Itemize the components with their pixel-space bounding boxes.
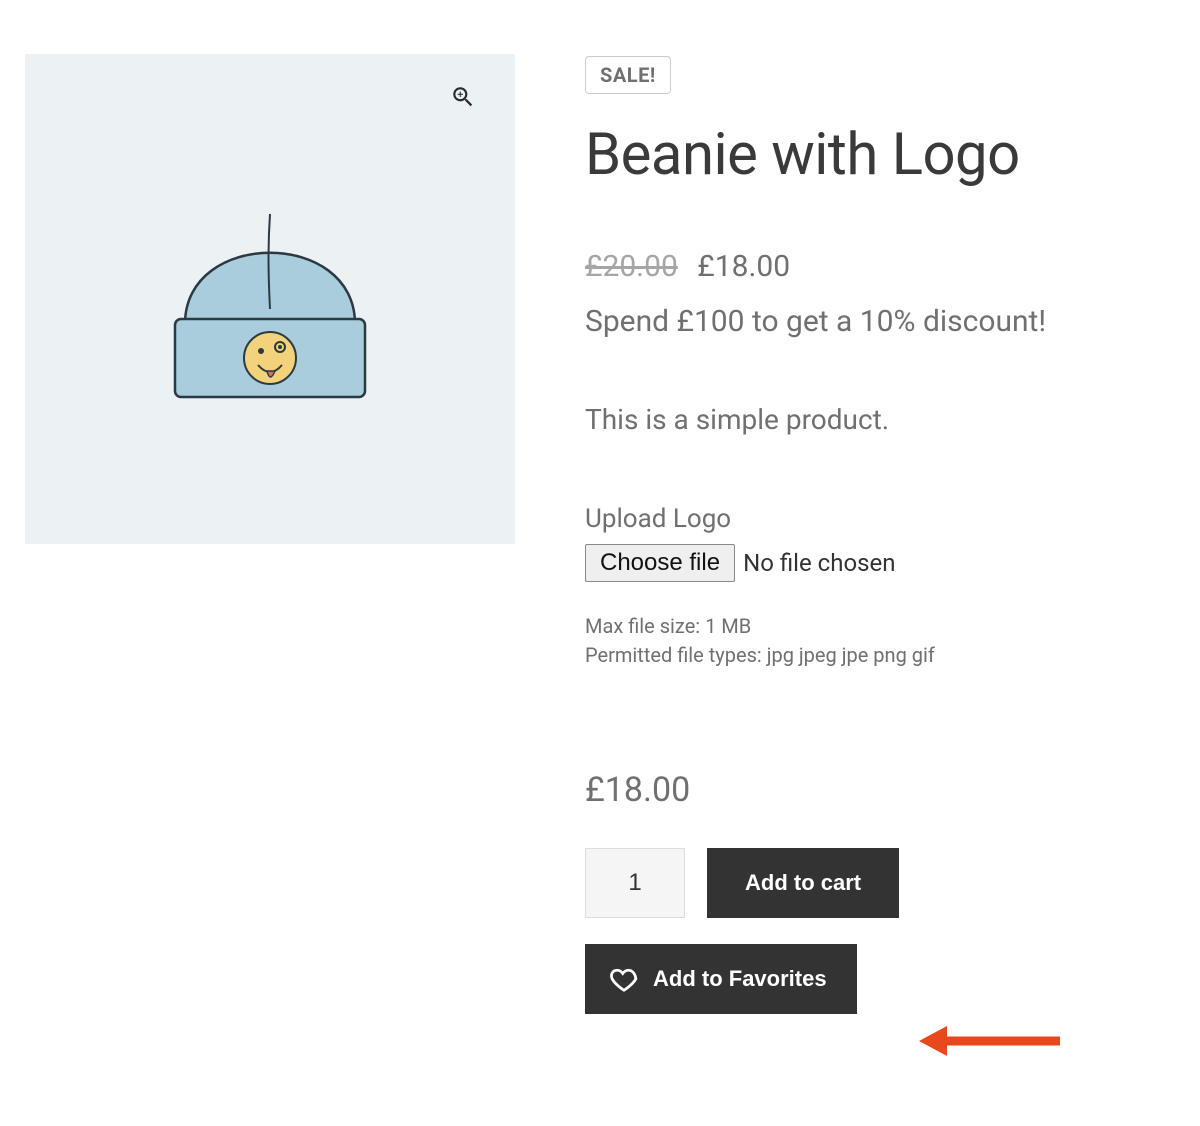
add-to-favorites-button[interactable]: Add to Favorites (585, 944, 857, 1014)
price-sale: £18.00 (697, 249, 790, 284)
cart-row: Add to cart (585, 848, 1175, 918)
product-container: SALE! Beanie with Logo £20.00 £18.00 Spe… (25, 54, 1175, 1014)
annotation-arrow (915, 1016, 1065, 1066)
add-to-favorites-label: Add to Favorites (653, 966, 827, 992)
short-description: This is a simple product. (585, 403, 1175, 436)
heart-icon (609, 964, 639, 994)
zoom-icon[interactable] (450, 84, 480, 114)
promo-text: Spend £100 to get a 10% discount! (585, 302, 1175, 341)
upload-label: Upload Logo (585, 504, 1175, 534)
sale-badge: SALE! (585, 56, 671, 94)
file-hint-types: Permitted file types: jpg jpeg jpe png g… (585, 641, 1175, 670)
file-status: No file chosen (743, 549, 895, 577)
choose-file-button[interactable]: Choose file (585, 544, 735, 582)
price-row: £20.00 £18.00 (585, 249, 1175, 284)
file-hint: Max file size: 1 MB Permitted file types… (585, 612, 1175, 670)
product-image[interactable] (25, 54, 515, 544)
product-summary: SALE! Beanie with Logo £20.00 £18.00 Spe… (585, 54, 1175, 1014)
upload-section: Upload Logo Choose file No file chosen M… (585, 504, 1175, 670)
final-price: £18.00 (585, 770, 1175, 810)
product-illustration (140, 169, 400, 429)
product-title: Beanie with Logo (585, 122, 1175, 189)
file-hint-size: Max file size: 1 MB (585, 612, 1175, 641)
add-to-cart-button[interactable]: Add to cart (707, 848, 899, 918)
quantity-input[interactable] (585, 848, 685, 918)
price-original: £20.00 (585, 249, 678, 284)
